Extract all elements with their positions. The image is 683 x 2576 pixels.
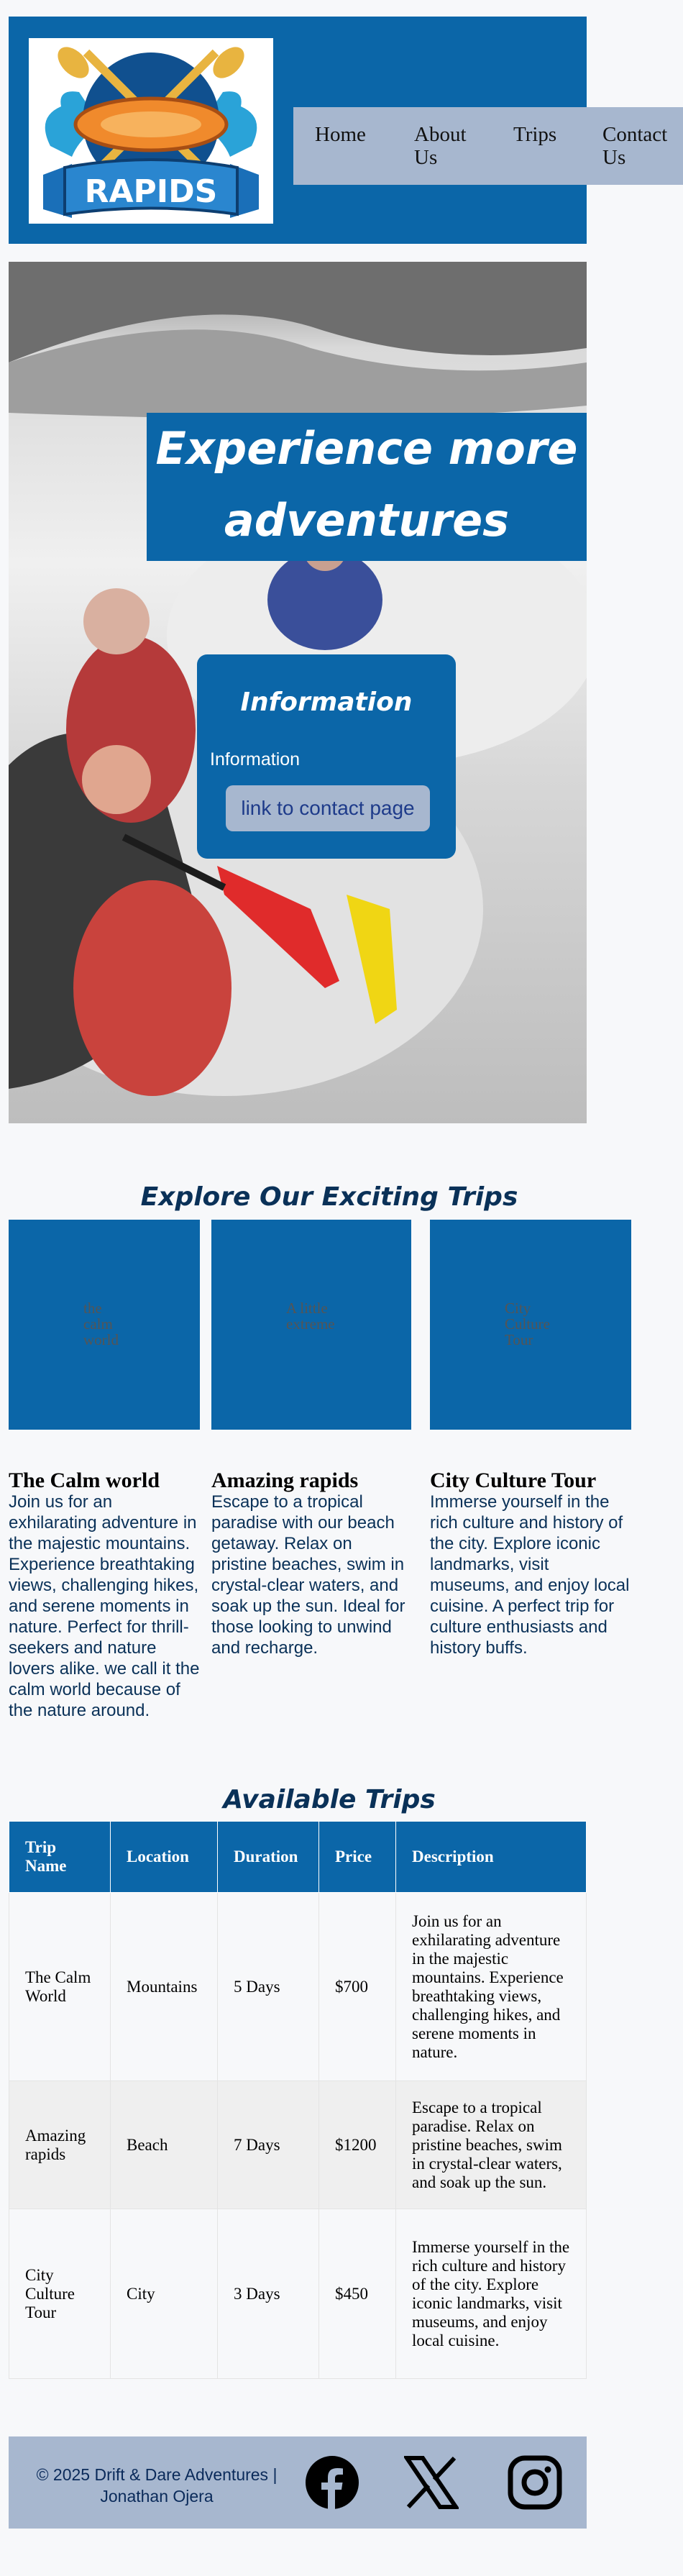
cell-price: $700 (318, 1892, 396, 2081)
cell-location: City (110, 2209, 218, 2379)
cell-duration: 3 Days (217, 2209, 319, 2379)
card-title-city-culture: City Culture Tour (430, 1469, 597, 1492)
city-culture-image: City Culture Tour (430, 1220, 631, 1430)
amazing-rapids-image-alt: A little extreme (286, 1300, 335, 1333)
card-description-calm-world: Join us for an exhilarating adventure in… (9, 1492, 200, 1720)
column-header-location: Location (110, 1821, 218, 1893)
calm-world-image: the calm world (9, 1220, 200, 1430)
nav-trips[interactable]: Trips (513, 123, 556, 146)
cell-description: Join us for an exhilarating adventure in… (395, 1892, 587, 2081)
table-header-row: Trip Name Location Duration Price Descri… (9, 1821, 587, 1893)
calm-world-image-alt: the calm world (83, 1300, 119, 1348)
rapids-logo[interactable]: RAPIDS (29, 38, 273, 224)
cell-location: Mountains (110, 1892, 218, 2081)
cell-duration: 5 Days (217, 1892, 319, 2081)
table-row: City Culture Tour City 3 Days $450 Immer… (9, 2209, 587, 2379)
cell-trip-name: Amazing rapids (9, 2081, 111, 2209)
main-nav: Home About Us Trips Contact Us (293, 107, 683, 185)
city-culture-image-alt: City Culture Tour (505, 1300, 550, 1348)
instagram-icon[interactable] (508, 2455, 562, 2510)
facebook-icon[interactable] (305, 2455, 359, 2510)
x-icon[interactable] (403, 2455, 460, 2510)
table-row: The Calm World Mountains 5 Days $700 Joi… (9, 1892, 587, 2081)
card-title-amazing-rapids: Amazing rapids (211, 1469, 359, 1492)
nav-contact-us[interactable]: Contact Us (602, 123, 674, 169)
card-description-city-culture: Immerse yourself in the rich culture and… (430, 1492, 630, 1658)
information-card: Information Information link to contact … (197, 654, 456, 859)
cell-price: $450 (318, 2209, 396, 2379)
site-header: RAPIDS Home About Us Trips Contact Us (9, 17, 683, 244)
explore-heading: Explore Our Exciting Trips (140, 1182, 518, 1212)
card-title-calm-world: The Calm world (9, 1469, 160, 1492)
contact-page-link[interactable]: link to contact page (226, 785, 430, 831)
information-title: Information (240, 688, 413, 717)
cell-price: $1200 (318, 2081, 396, 2209)
cell-trip-name: City Culture Tour (9, 2209, 111, 2379)
column-header-duration: Duration (217, 1821, 319, 1893)
table-row: Amazing rapids Beach 7 Days $1200 Escape… (9, 2081, 587, 2209)
svg-text:RAPIDS: RAPIDS (85, 173, 218, 210)
hero-title: Experience more adventures (147, 412, 587, 561)
column-header-price: Price (318, 1821, 396, 1893)
trips-table: Trip Name Location Duration Price Descri… (9, 1821, 587, 2379)
column-header-trip-name: Trip Name (9, 1821, 111, 1893)
cell-location: Beach (110, 2081, 218, 2209)
cell-duration: 7 Days (217, 2081, 319, 2209)
nav-home[interactable]: Home (315, 123, 366, 146)
site-footer: © 2025 Drift & Dare Adventures | Jonatha… (9, 2436, 587, 2529)
cell-description: Immerse yourself in the rich culture and… (395, 2209, 587, 2379)
card-description-amazing-rapids: Escape to a tropical paradise with our b… (211, 1492, 405, 1658)
information-text: Information (210, 749, 301, 769)
hero-section: Experience more adventures Information I… (9, 262, 587, 1123)
column-header-description: Description (395, 1821, 587, 1893)
cell-trip-name: The Calm World (9, 1892, 111, 2081)
available-trips-heading: Available Trips (223, 1784, 436, 1814)
nav-about-us[interactable]: About Us (414, 123, 479, 169)
footer-copyright: © 2025 Drift & Dare Adventures | Jonatha… (36, 2465, 278, 2506)
amazing-rapids-image: A little extreme (211, 1220, 411, 1430)
cell-description: Escape to a tropical paradise. Relax on … (395, 2081, 587, 2209)
